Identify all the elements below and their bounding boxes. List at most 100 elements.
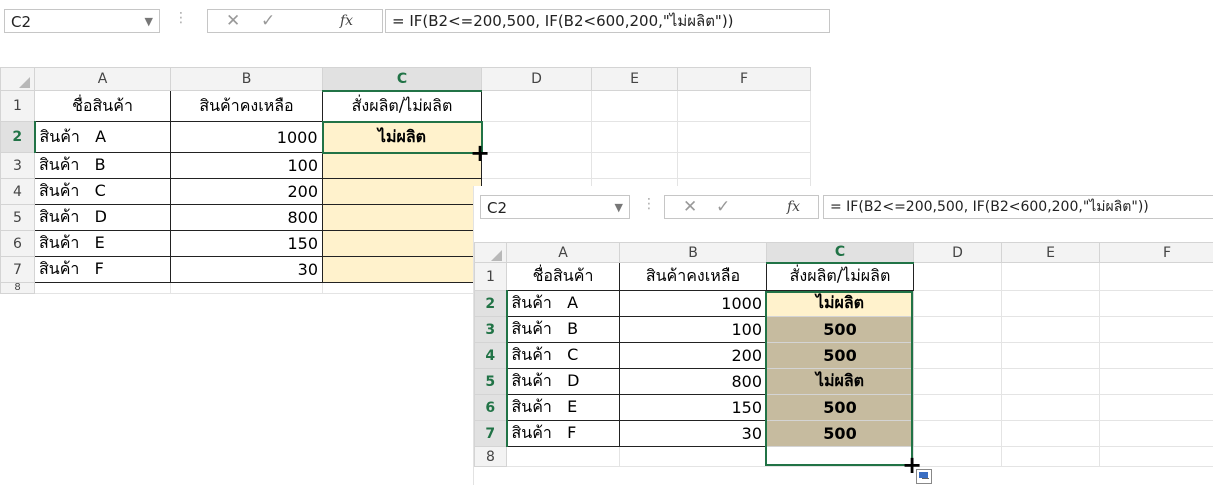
cell-stock[interactable]: 100 [170, 152, 323, 179]
cell-product[interactable]: สินค้า C [34, 178, 171, 205]
cell-result[interactable] [322, 178, 482, 205]
formula-input[interactable]: = IF(B2<=200,500, IF(B2<600,200,"ไม่ผลิต… [385, 9, 830, 33]
cell-empty[interactable] [766, 446, 914, 467]
cell-product[interactable]: สินค้า A [34, 121, 171, 153]
cell-empty[interactable] [591, 121, 678, 153]
cell-result[interactable]: 500 [766, 420, 914, 447]
cell-empty[interactable] [1001, 262, 1100, 291]
row-header[interactable]: 5 [474, 368, 508, 395]
cell-product[interactable]: สินค้า B [34, 152, 171, 179]
cell-a1[interactable]: ชื่อสินค้า [506, 262, 620, 291]
cell-empty[interactable] [322, 282, 482, 294]
checkmark-icon[interactable]: ✓ [261, 10, 275, 33]
row-header[interactable]: 1 [0, 90, 35, 122]
cell-empty[interactable] [1001, 420, 1100, 447]
cell-product[interactable]: สินค้า D [506, 368, 620, 395]
row-header[interactable]: 8 [0, 282, 35, 294]
chevron-down-icon[interactable]: ▼ [615, 196, 623, 220]
row-header[interactable]: 6 [0, 230, 35, 257]
row-header[interactable]: 3 [474, 316, 508, 343]
column-header-e[interactable]: E [1001, 242, 1100, 263]
row-header[interactable]: 6 [474, 394, 508, 421]
cell-product[interactable]: สินค้า F [34, 256, 171, 283]
cell-stock[interactable]: 100 [619, 316, 767, 343]
row-header[interactable]: 1 [474, 262, 507, 291]
cell-empty[interactable] [1001, 316, 1100, 343]
row-header[interactable]: 4 [474, 342, 508, 369]
cell-empty[interactable] [677, 152, 811, 179]
cell-product[interactable]: สินค้า E [34, 230, 171, 257]
cell-empty[interactable] [170, 282, 323, 294]
cell-empty[interactable] [1099, 316, 1213, 343]
cell-empty[interactable] [1099, 394, 1213, 421]
cell-product[interactable]: สินค้า D [34, 204, 171, 231]
cell-stock[interactable]: 200 [619, 342, 767, 369]
cell-empty[interactable] [1099, 368, 1213, 395]
row-header[interactable]: 2 [474, 290, 508, 317]
cell-product[interactable]: สินค้า E [506, 394, 620, 421]
cell-product[interactable]: สินค้า B [506, 316, 620, 343]
formula-bar-grip-icon[interactable]: ⋮ [174, 10, 188, 26]
cell-empty[interactable] [591, 152, 678, 179]
cancel-x-icon[interactable]: ✕ [683, 196, 697, 219]
cell-stock[interactable]: 150 [619, 394, 767, 421]
cell-stock[interactable]: 1000 [170, 121, 323, 153]
cell-result[interactable] [322, 152, 482, 179]
cell-result[interactable] [322, 256, 482, 283]
column-header-c[interactable]: C [766, 242, 914, 264]
column-header-d[interactable]: D [913, 242, 1002, 263]
select-all-corner[interactable] [474, 242, 507, 263]
cell-stock[interactable]: 30 [170, 256, 323, 283]
cell-result[interactable] [322, 204, 482, 231]
column-header-c[interactable]: C [322, 67, 482, 92]
formula-input[interactable]: = IF(B2<=200,500, IF(B2<600,200,"ไม่ผลิต… [823, 195, 1213, 219]
cell-c1[interactable]: สั่งผลิต/ไม่ผลิต [766, 262, 914, 291]
cell-empty[interactable] [913, 394, 1002, 421]
cell-stock[interactable]: 800 [619, 368, 767, 395]
cell-empty[interactable] [913, 316, 1002, 343]
row-header[interactable]: 4 [0, 178, 35, 205]
cell-c1[interactable]: สั่งผลิต/ไม่ผลิต [322, 90, 482, 122]
cell-empty[interactable] [1099, 262, 1213, 291]
cell-empty[interactable] [913, 262, 1002, 291]
cell-empty[interactable] [913, 446, 1002, 467]
cell-stock[interactable]: 30 [619, 420, 767, 447]
cell-empty[interactable] [1001, 446, 1100, 467]
row-header[interactable]: 7 [0, 256, 35, 283]
column-header-d[interactable]: D [481, 67, 592, 91]
select-all-corner[interactable] [0, 67, 35, 91]
cell-empty[interactable] [913, 290, 1002, 317]
cell-empty[interactable] [506, 446, 620, 467]
cell-empty[interactable] [1001, 290, 1100, 317]
column-header-f[interactable]: F [1099, 242, 1213, 263]
cell-result[interactable]: ไม่ผลิต [766, 290, 914, 317]
row-header[interactable]: 7 [474, 420, 508, 447]
column-header-f[interactable]: F [677, 67, 811, 91]
formula-bar-grip-icon[interactable]: ⋮ [642, 196, 656, 212]
cell-empty[interactable] [677, 90, 811, 122]
column-header-a[interactable]: A [34, 67, 171, 91]
name-box[interactable]: C2 ▼ [4, 9, 160, 33]
column-header-b[interactable]: B [619, 242, 767, 263]
cell-empty[interactable] [1001, 342, 1100, 369]
cell-empty[interactable] [1099, 342, 1213, 369]
cell-empty[interactable] [1001, 394, 1100, 421]
fx-icon[interactable]: fx [787, 196, 800, 219]
cell-empty[interactable] [677, 121, 811, 153]
column-header-b[interactable]: B [170, 67, 323, 91]
cell-result-active[interactable]: ไม่ผลิต [321, 120, 483, 154]
cell-stock[interactable]: 150 [170, 230, 323, 257]
cell-result[interactable]: ไม่ผลิต [766, 368, 914, 395]
row-header[interactable]: 3 [0, 152, 35, 179]
cell-empty[interactable] [619, 446, 767, 467]
cell-a1[interactable]: ชื่อสินค้า [34, 90, 171, 122]
autofill-options-icon[interactable] [916, 469, 932, 484]
cell-b1[interactable]: สินค้าคงเหลือ [619, 262, 767, 291]
name-box[interactable]: C2 ▼ [480, 195, 630, 219]
cell-result[interactable]: 500 [766, 342, 914, 369]
row-header[interactable]: 2 [0, 121, 36, 153]
cell-empty[interactable] [1099, 446, 1213, 467]
cell-result[interactable]: 500 [766, 316, 914, 343]
cell-empty[interactable] [913, 420, 1002, 447]
row-header[interactable]: 5 [0, 204, 35, 231]
